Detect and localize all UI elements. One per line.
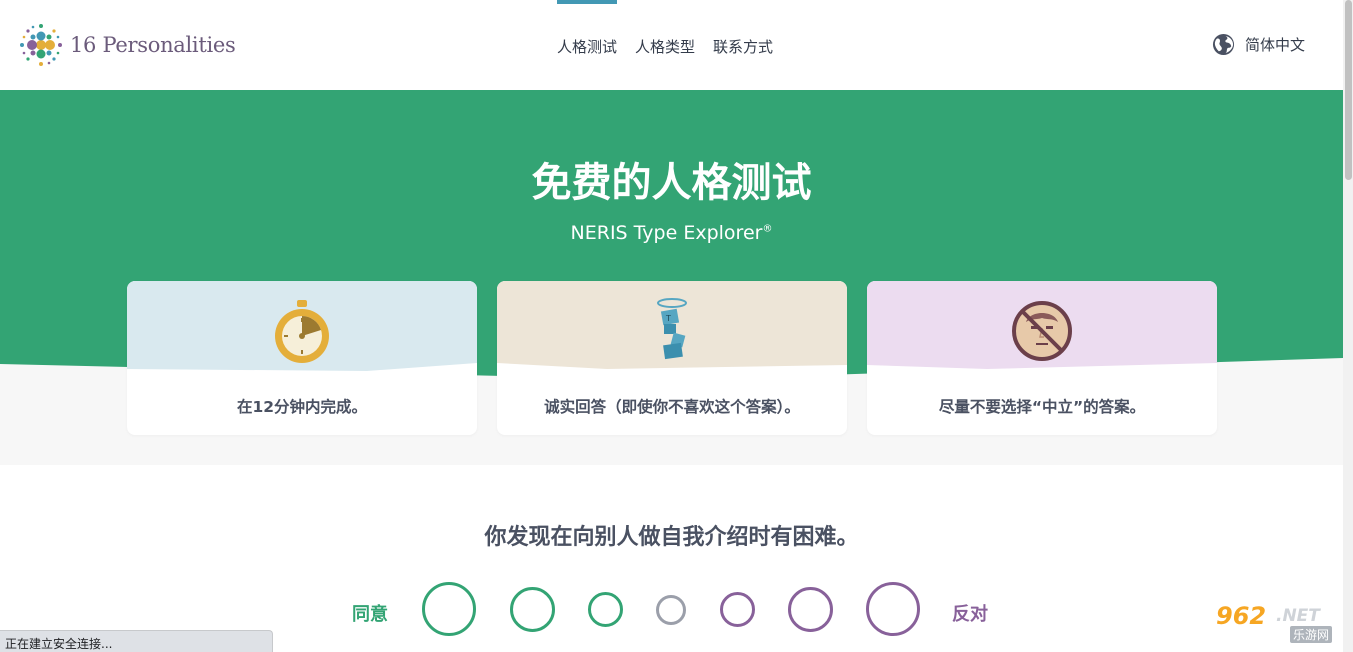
answer-option-strongly-disagree[interactable] bbox=[866, 582, 920, 636]
answer-option-slightly-agree[interactable] bbox=[588, 592, 623, 627]
registered-mark: ® bbox=[762, 223, 773, 235]
answer-option-slightly-disagree[interactable] bbox=[720, 592, 755, 627]
answer-option-agree[interactable] bbox=[510, 587, 555, 632]
tip-card-text: 诚实回答（即使你不喜欢这个答案）。 bbox=[544, 398, 800, 416]
watermark: 962 .NET 乐游网 bbox=[1212, 600, 1350, 648]
scrollbar-thumb[interactable] bbox=[1345, 0, 1352, 180]
answer-option-strongly-agree[interactable] bbox=[422, 582, 476, 636]
tip-card-time: 在12分钟内完成。 bbox=[127, 281, 477, 435]
language-selector[interactable]: 简体中文 bbox=[1212, 33, 1305, 56]
watermark-suffix: .NET bbox=[1276, 606, 1320, 626]
logo-text: 16 Personalities bbox=[70, 33, 236, 57]
no-neutral-face-icon bbox=[1012, 301, 1072, 361]
site-header: 16 Personalities 人格测试 人格类型 联系方式 简体中文 bbox=[0, 0, 1343, 90]
tip-card-honesty: T 诚实回答（即使你不喜欢这个答案）。 bbox=[497, 281, 847, 435]
answer-option-neutral[interactable] bbox=[656, 595, 686, 625]
watermark-number: 962 bbox=[1216, 602, 1267, 630]
logo[interactable]: 16 Personalities bbox=[18, 22, 236, 68]
tip-card-text: 在12分钟内完成。 bbox=[236, 398, 368, 416]
nav-item-personality-test[interactable]: 人格测试 bbox=[548, 0, 626, 90]
honest-figure-icon: T bbox=[657, 298, 687, 360]
stopwatch-icon bbox=[275, 300, 329, 363]
browser-status-bar: 正在建立安全连接... bbox=[0, 630, 273, 652]
tip-card-neutral: 尽量不要选择“中立”的答案。 bbox=[867, 281, 1217, 435]
answer-option-disagree[interactable] bbox=[788, 587, 833, 632]
nav-item-contact[interactable]: 联系方式 bbox=[704, 0, 782, 90]
tip-card-text: 尽量不要选择“中立”的答案。 bbox=[938, 398, 1146, 416]
question-text: 你发现在向别人做自我介绍时有困难。 bbox=[484, 525, 859, 550]
agree-label: 同意 bbox=[352, 604, 388, 625]
nav-item-personality-types[interactable]: 人格类型 bbox=[626, 0, 704, 90]
vertical-scrollbar[interactable] bbox=[1343, 0, 1353, 652]
globe-icon bbox=[1212, 33, 1235, 56]
hero-section: 免费的人格测试 NERIS Type Explorer® 在12分钟内完成。 T… bbox=[0, 90, 1343, 465]
page-subtitle: NERIS Type Explorer® bbox=[0, 222, 1343, 244]
page-title: 免费的人格测试 bbox=[531, 160, 812, 206]
subtitle-text: NERIS Type Explorer bbox=[570, 222, 763, 244]
main-nav: 人格测试 人格类型 联系方式 bbox=[548, 0, 782, 90]
language-label: 简体中文 bbox=[1245, 36, 1306, 54]
answer-scale: 同意 反对 bbox=[0, 578, 1343, 638]
svg-text:T: T bbox=[665, 314, 671, 323]
logo-dots-icon bbox=[20, 24, 62, 66]
disagree-label: 反对 bbox=[952, 604, 988, 625]
watermark-subtitle: 乐游网 bbox=[1290, 626, 1333, 643]
